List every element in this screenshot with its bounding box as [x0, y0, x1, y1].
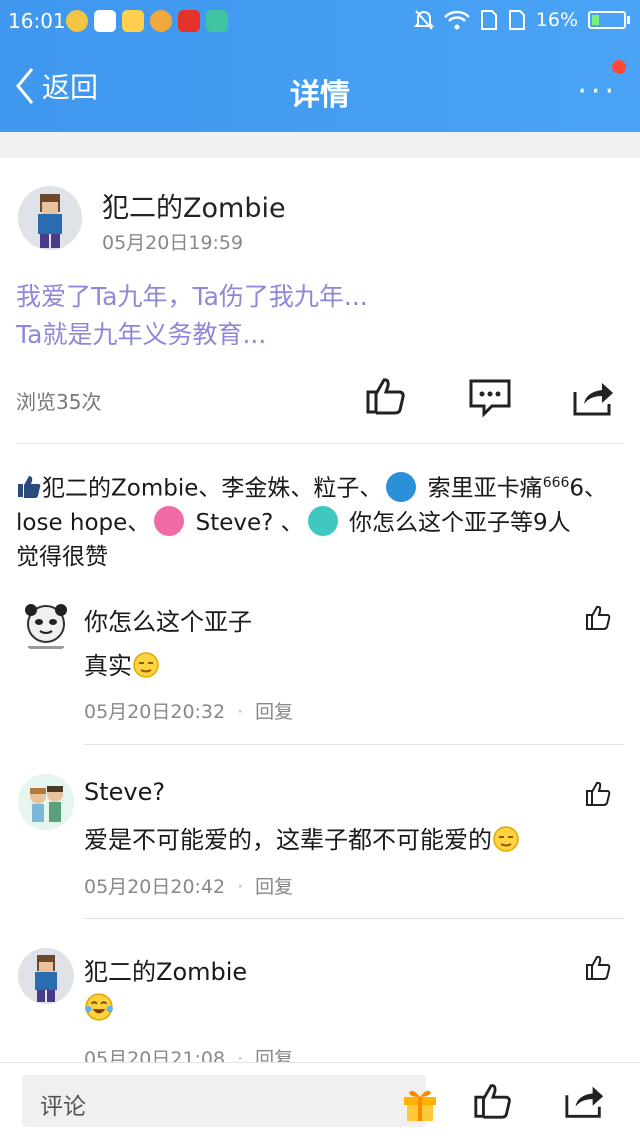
likes-names[interactable]: 索里亚卡痛	[420, 476, 543, 502]
thumbs-up-icon[interactable]	[584, 780, 612, 808]
comment-time: 05月20日20:32	[84, 701, 226, 723]
view-count: 浏览35次	[16, 390, 102, 414]
laugh-crying-emoji-icon	[85, 993, 113, 1021]
comment-time: 05月20日20:42	[84, 876, 226, 898]
avatar-image	[18, 948, 74, 1004]
reply-button[interactable]: 回复	[255, 701, 293, 723]
post-content: 我爱了Ta九年，Ta伤了我九年... Ta就是九年义务教育...	[16, 278, 368, 354]
divider	[16, 443, 624, 444]
post-author-name[interactable]: 犯二的Zombie	[102, 186, 286, 225]
thumbs-up-icon	[18, 475, 41, 498]
comment-icon[interactable]	[468, 378, 512, 418]
comment-meta: 05月20日20:32 · 回复	[84, 697, 293, 724]
nav-bar: 返回 详情 ···	[0, 44, 640, 132]
likes-names[interactable]: Steve? 、	[188, 510, 304, 536]
thumbs-up-icon[interactable]	[584, 954, 612, 982]
thumbs-up-icon[interactable]	[472, 1081, 514, 1121]
radiation-avatar-icon	[386, 471, 417, 502]
app-notification-icon	[206, 10, 228, 32]
likes-names[interactable]: 你怎么这个亚子等9人	[342, 510, 571, 536]
author-avatar[interactable]	[18, 186, 82, 250]
notification-dot	[612, 60, 626, 74]
post-line: Ta就是九年义务教育...	[16, 320, 267, 349]
post-line: 我爱了Ta九年，Ta伤了我九年...	[16, 282, 368, 311]
bottom-bar: 评论	[0, 1062, 640, 1138]
app-notification-icon	[178, 10, 200, 32]
thumbs-up-icon[interactable]	[584, 604, 612, 632]
smirk-emoji-icon	[493, 826, 519, 852]
comment-input[interactable]: 评论	[22, 1075, 436, 1127]
battery-percent: 16%	[535, 9, 578, 31]
sim-card-icon	[480, 10, 497, 30]
section-gap	[0, 132, 640, 158]
comment-text-body: 爱是不可能爱的，这辈子都不可能爱的	[84, 826, 492, 854]
mute-bell-icon	[413, 10, 434, 30]
status-bar: 16:01 16%	[0, 0, 640, 44]
status-time: 16:01	[8, 9, 66, 33]
anime-couple-avatar	[18, 774, 74, 830]
smirk-emoji-icon	[133, 652, 159, 678]
reply-button[interactable]: 回复	[255, 876, 293, 898]
avatar-image	[18, 186, 82, 250]
gift-icon[interactable]	[400, 1083, 440, 1123]
meta-separator: ·	[237, 876, 244, 898]
wifi-icon	[443, 10, 470, 30]
meta-separator: ·	[237, 701, 244, 723]
comment-meta: 05月20日20:42 · 回复	[84, 872, 293, 899]
thumbs-up-icon[interactable]	[364, 376, 408, 416]
share-icon[interactable]	[564, 1081, 606, 1121]
flower-avatar-icon	[154, 505, 185, 536]
likes-superscript: 666	[542, 475, 570, 491]
comment-placeholder: 评论	[40, 1094, 86, 1120]
share-icon[interactable]	[572, 378, 616, 418]
likes-list: 犯二的Zombie、李金姝、粒子、 索里亚卡痛6666、lose hope、 S…	[16, 466, 626, 574]
leaf-avatar-icon	[307, 505, 338, 536]
app-notification-icon	[66, 10, 88, 32]
page-title: 详情	[290, 78, 350, 113]
app-notification-icon	[150, 10, 172, 32]
panda-meme-avatar	[18, 598, 74, 654]
comment-author[interactable]: 犯二的Zombie	[84, 952, 247, 987]
comment-text	[84, 992, 114, 1023]
likes-suffix: 觉得很赞	[16, 543, 108, 570]
comment-avatar[interactable]	[18, 774, 74, 830]
comment-text: 真实	[84, 646, 160, 681]
battery-tip	[627, 16, 630, 24]
app-notification-icon	[94, 10, 116, 32]
likes-names[interactable]: 犯二的Zombie、李金姝、粒子、	[42, 476, 382, 502]
more-button[interactable]: ···	[577, 74, 618, 109]
divider	[84, 744, 624, 745]
divider	[84, 918, 624, 919]
comment-text-body: 真实	[84, 652, 132, 680]
comment-author[interactable]: Steve?	[84, 778, 165, 806]
comment-author[interactable]: 你怎么这个亚子	[84, 602, 252, 637]
battery-icon	[588, 11, 626, 29]
comment-text: 爱是不可能爱的，这辈子都不可能爱的	[84, 820, 520, 855]
comment-avatar[interactable]	[18, 598, 74, 654]
sim-card-icon	[508, 10, 525, 30]
notification-icons	[66, 10, 228, 32]
app-notification-icon	[122, 10, 144, 32]
comment-avatar[interactable]	[18, 948, 74, 1004]
post-timestamp: 05月20日19:59	[102, 232, 244, 254]
